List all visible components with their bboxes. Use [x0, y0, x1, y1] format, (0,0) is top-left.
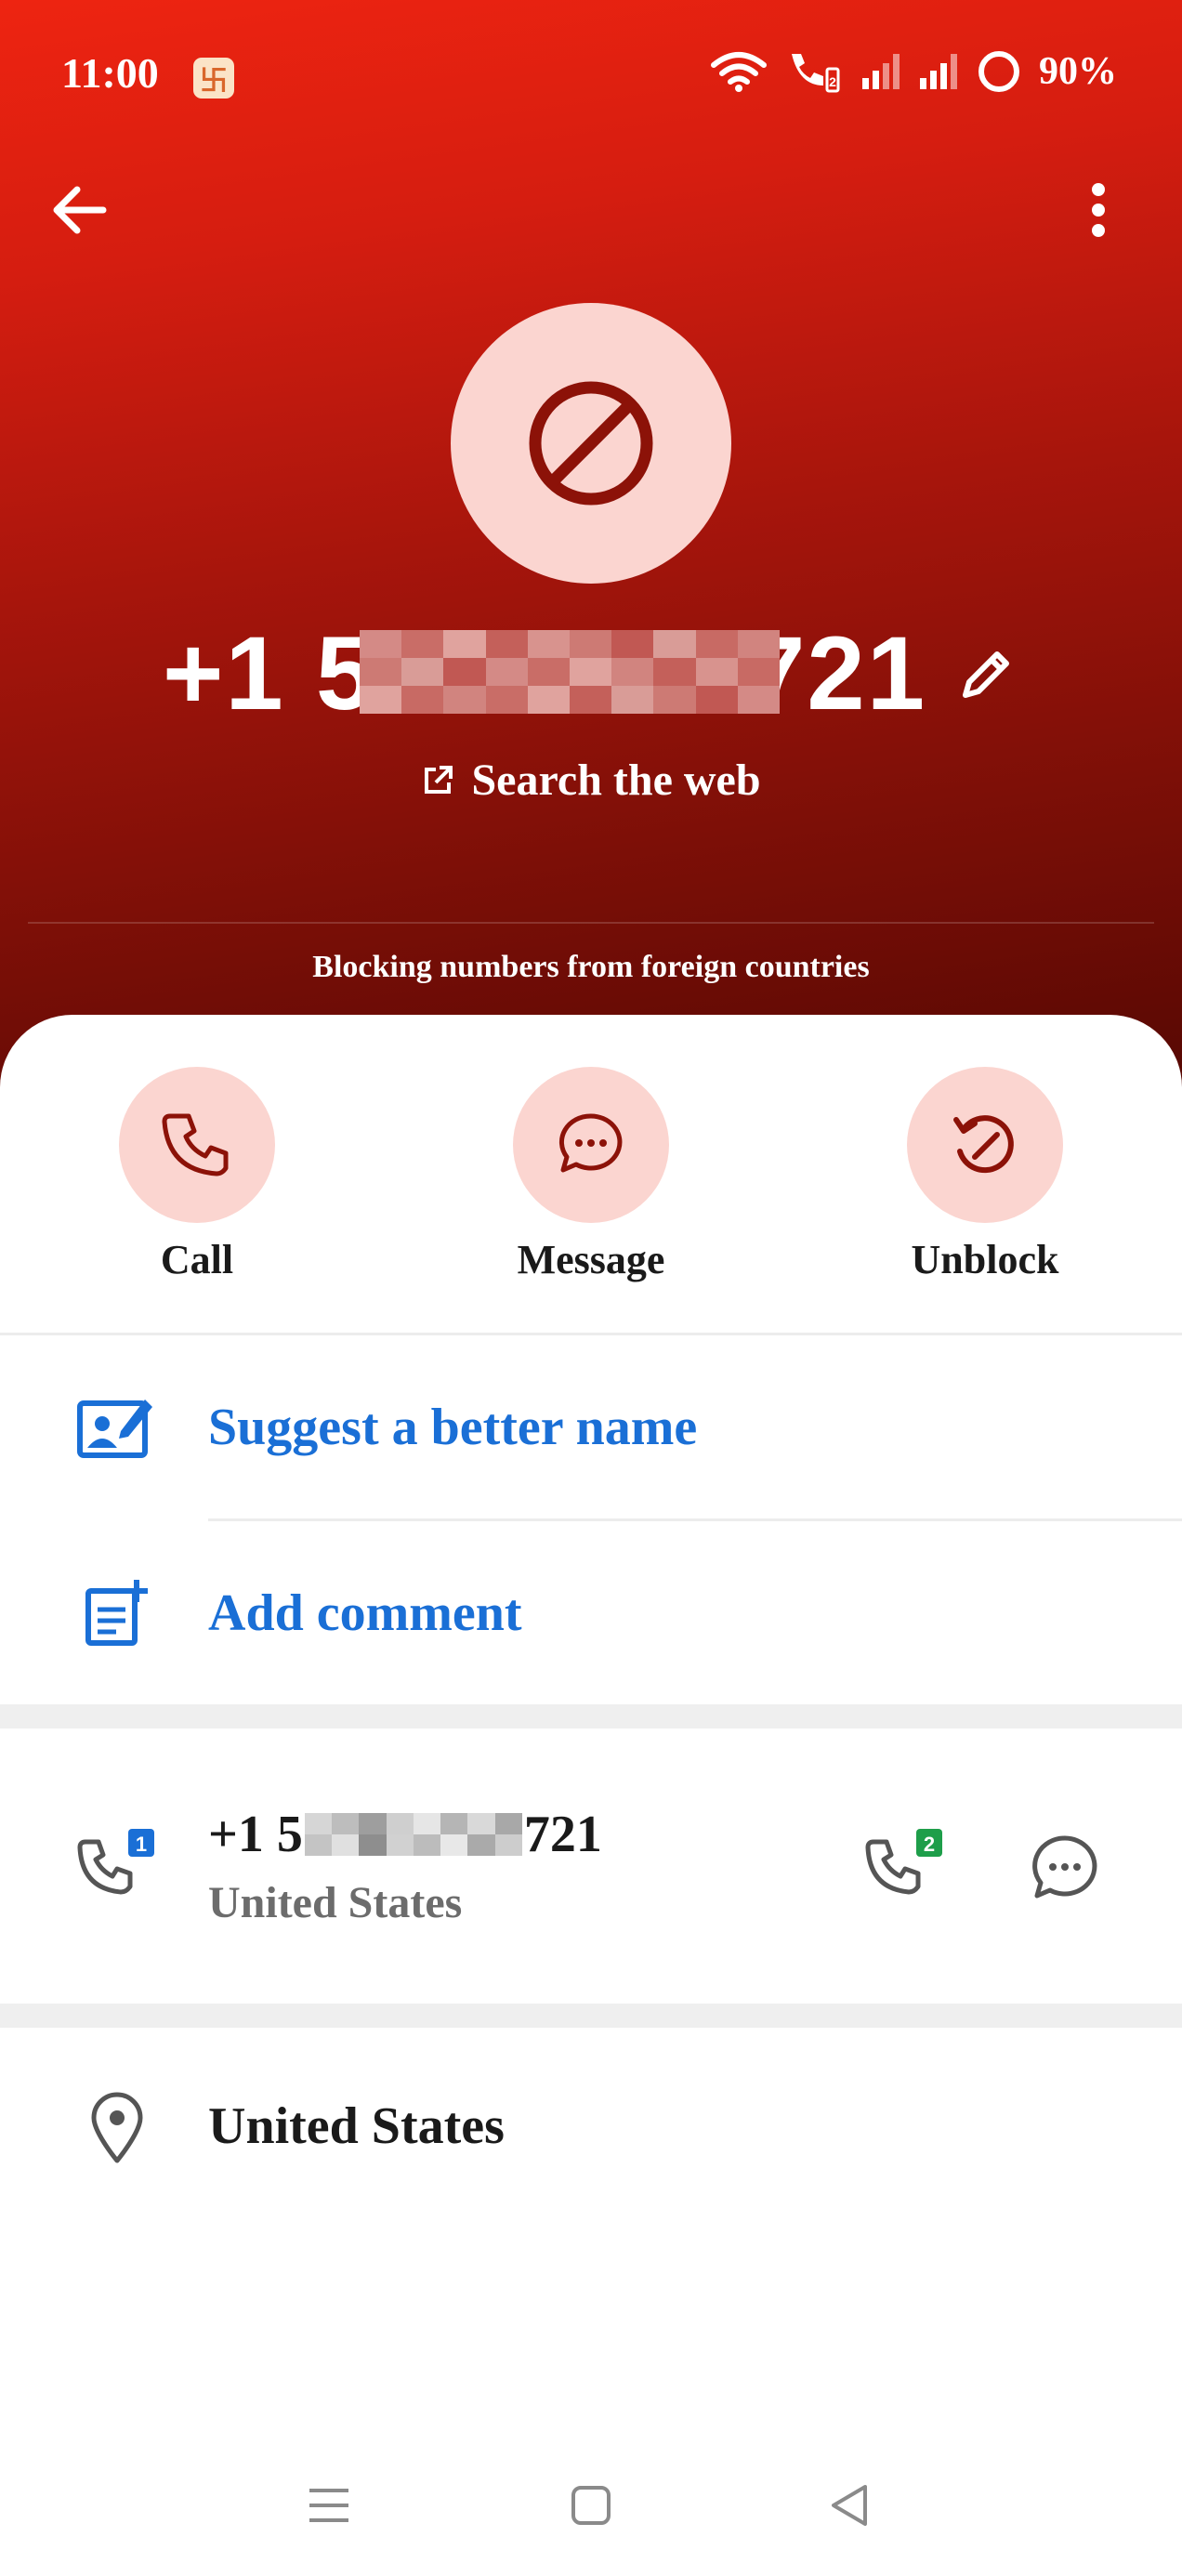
message-label: Message	[517, 1237, 665, 1282]
chat-bubble-outline-icon	[1032, 1835, 1097, 1899]
signal-1-icon	[862, 54, 900, 89]
search-web-link[interactable]: Search the web	[0, 755, 1182, 806]
edit-number-button[interactable]	[954, 641, 1019, 706]
signal-2-icon	[920, 54, 957, 89]
battery-percent: 90%	[1039, 50, 1117, 93]
suggest-name-link[interactable]: Suggest a better name	[208, 1398, 697, 1457]
unblock-label: Unblock	[911, 1237, 1059, 1282]
pencil-icon	[962, 651, 1009, 698]
add-comment-link[interactable]: Add comment	[208, 1584, 522, 1643]
status-bar: 11:00 卐 2 90%	[0, 0, 1182, 149]
menu-lines-icon	[309, 2489, 348, 2522]
phone-sim2-icon: 2	[865, 1829, 942, 1895]
phone-number-prefix: +1 5	[208, 1806, 303, 1863]
actions-divider	[0, 1333, 1182, 1335]
sim2-call-button[interactable]: 2	[864, 1827, 948, 1907]
contact-header: 11:00 卐 2 90% +1 5 721 Search the web Bl…	[0, 0, 1182, 1097]
svg-text:2: 2	[829, 74, 836, 89]
contact-edit-icon	[74, 1390, 158, 1465]
arrow-left-icon	[53, 186, 107, 234]
unblock-button[interactable]: Unblock	[846, 1067, 1124, 1283]
wifi-icon	[711, 52, 767, 92]
home-button[interactable]	[554, 2468, 628, 2543]
block-icon	[529, 381, 653, 506]
header-divider	[28, 922, 1154, 924]
message-circle	[513, 1067, 669, 1223]
status-time: 11:00	[61, 49, 159, 97]
contact-number-row: +1 5 721	[0, 613, 1182, 733]
phone-sim1-icon: 1	[77, 1829, 154, 1895]
home-square-icon	[571, 2486, 611, 2525]
phone-country: United States	[208, 1878, 463, 1927]
battery-icon	[978, 51, 1019, 92]
contact-number-prefix: +1 5	[163, 615, 376, 731]
note-add-icon	[78, 1576, 158, 1650]
section-gap-1	[0, 1704, 1182, 1728]
contact-number: +1 5 721	[163, 613, 926, 733]
sim1-call-button[interactable]: 1	[76, 1827, 160, 1907]
sim1-badge: 1	[136, 1833, 147, 1856]
block-reason: Blocking numbers from foreign countries	[312, 950, 870, 984]
links-divider	[208, 1518, 1182, 1521]
back-nav-button[interactable]	[812, 2468, 886, 2543]
message-button[interactable]: Message	[452, 1067, 730, 1283]
recents-button[interactable]	[292, 2468, 366, 2543]
search-web-label: Search the web	[471, 756, 761, 805]
unblock-icon	[953, 1115, 1014, 1174]
section-gap-2	[0, 2004, 1182, 2028]
call-circle	[119, 1067, 275, 1223]
redacted-digits	[360, 630, 780, 714]
contact-avatar	[451, 303, 731, 584]
location-pin-icon	[82, 2089, 152, 2167]
more-options-button[interactable]	[1065, 177, 1132, 243]
back-button[interactable]	[45, 177, 112, 243]
chat-bubble-icon	[558, 1113, 623, 1173]
sms-button[interactable]	[1026, 1831, 1104, 1905]
phone-number-suffix: 721	[523, 1806, 602, 1863]
sim2-badge: 2	[924, 1833, 935, 1856]
phone-number[interactable]: +1 5 721	[208, 1805, 602, 1864]
wifi-calling-icon: 2	[792, 54, 840, 93]
app-notification-icon: 卐	[193, 58, 234, 99]
system-nav-bar	[0, 2453, 1182, 2556]
redacted-digits-small	[304, 1813, 522, 1856]
location-country: United States	[208, 2097, 505, 2155]
call-label: Call	[160, 1237, 234, 1282]
unblock-circle	[907, 1067, 1063, 1223]
phone-icon	[162, 1113, 229, 1176]
more-vert-icon	[1092, 183, 1105, 237]
call-button[interactable]: Call	[58, 1067, 336, 1283]
open-external-icon	[425, 765, 453, 794]
back-triangle-icon	[832, 2485, 867, 2526]
status-icons: 2 90%	[710, 48, 1117, 95]
